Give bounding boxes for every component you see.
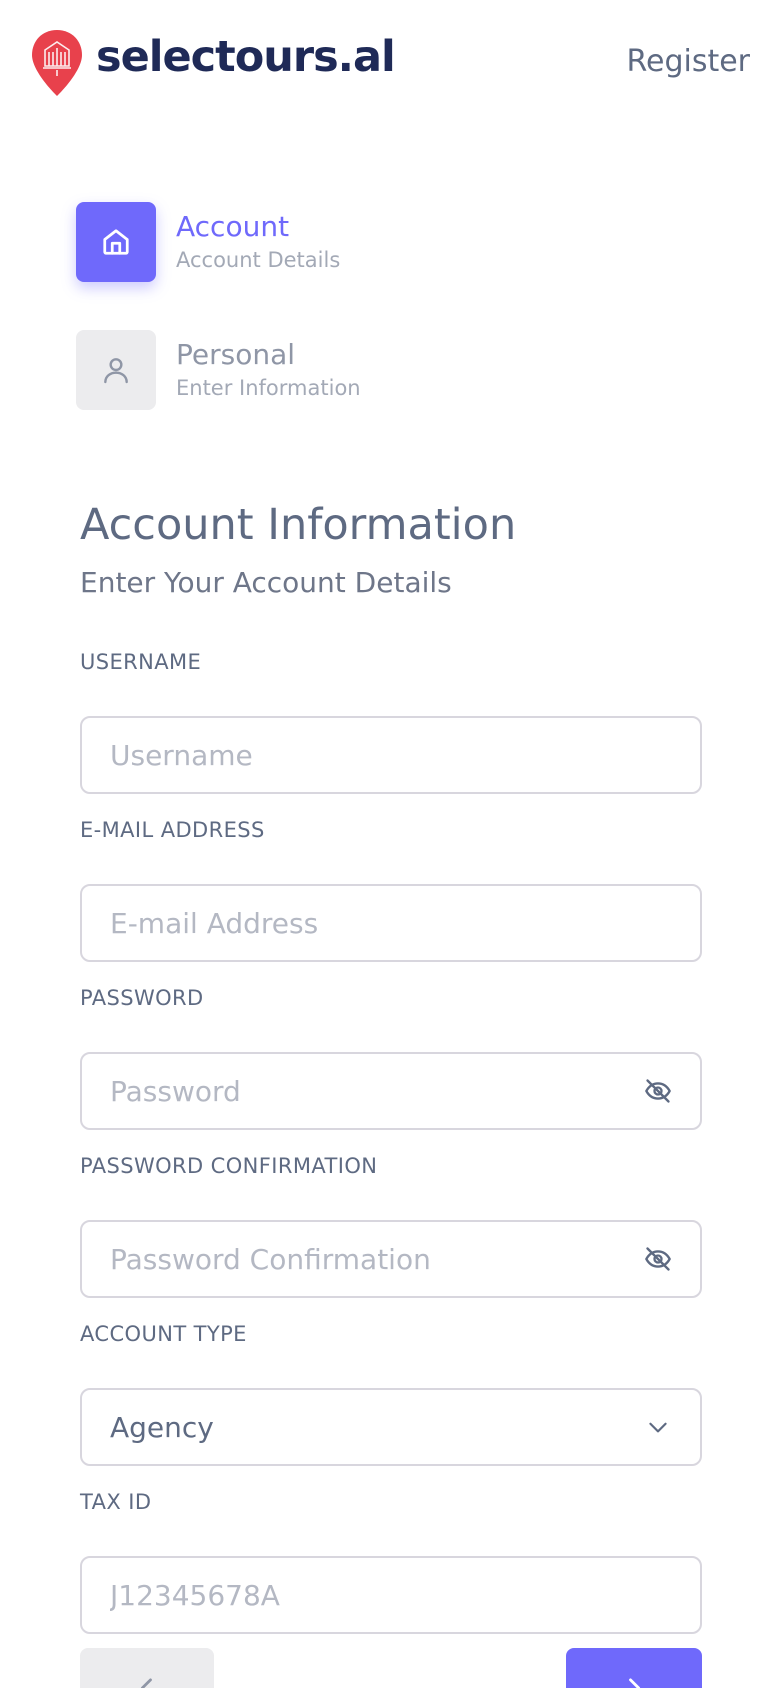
password-input-wrap <box>80 1052 702 1130</box>
user-icon <box>104 358 128 384</box>
password-field: PASSWORD <box>80 986 702 1130</box>
logo[interactable]: selectours.al <box>30 28 396 98</box>
step-account-title: Account <box>176 210 290 243</box>
password-input[interactable] <box>82 1054 700 1128</box>
account-type-field: ACCOUNT TYPE Agency <box>80 1322 702 1466</box>
section-subtitle: Enter Your Account Details <box>80 566 452 599</box>
account-type-label: ACCOUNT TYPE <box>80 1322 247 1346</box>
registration-page: selectours.al Register Account Account D… <box>0 0 780 1688</box>
step-account[interactable]: Account Account Details <box>76 202 340 282</box>
next-button[interactable] <box>566 1648 702 1688</box>
password-label: PASSWORD <box>80 986 204 1010</box>
password-confirmation-label: PASSWORD CONFIRMATION <box>80 1154 378 1178</box>
step-account-text: Account Account Details <box>176 202 340 272</box>
section-title: Account Information <box>80 500 517 550</box>
tax-id-field: TAX ID <box>80 1490 702 1634</box>
step-account-subtitle: Account Details <box>176 248 341 272</box>
header: selectours.al Register <box>0 0 780 130</box>
eye-off-icon[interactable] <box>642 1075 674 1107</box>
step-account-icon-box <box>76 202 156 282</box>
step-personal-text: Personal Enter Information <box>176 330 361 400</box>
tax-id-label: TAX ID <box>80 1490 152 1514</box>
password-confirmation-field: PASSWORD CONFIRMATION <box>80 1154 702 1298</box>
chevron-left-icon <box>140 1678 152 1688</box>
account-type-select[interactable]: Agency <box>80 1388 702 1466</box>
chevron-down-icon <box>642 1411 674 1443</box>
previous-button[interactable] <box>80 1648 214 1688</box>
map-pin-logo-icon <box>32 30 82 96</box>
username-label: USERNAME <box>80 650 202 674</box>
step-personal-subtitle: Enter Information <box>176 376 361 400</box>
username-field: USERNAME <box>80 650 702 794</box>
home-icon <box>103 229 129 255</box>
email-input-wrap <box>80 884 702 962</box>
tax-id-input-wrap <box>80 1556 702 1634</box>
email-field: E-MAIL ADDRESS <box>80 818 702 962</box>
username-input-wrap <box>80 716 702 794</box>
password-confirmation-input-wrap <box>80 1220 702 1298</box>
step-personal[interactable]: Personal Enter Information <box>76 330 361 410</box>
chevron-right-icon <box>629 1678 641 1688</box>
tax-id-input[interactable] <box>82 1558 700 1632</box>
step-personal-icon-box <box>76 330 156 410</box>
account-type-selected-value: Agency <box>110 1410 214 1444</box>
username-input[interactable] <box>82 718 700 792</box>
password-confirmation-input[interactable] <box>82 1222 700 1296</box>
email-input[interactable] <box>82 886 700 960</box>
brand-name: selectours.al <box>96 31 396 82</box>
email-label: E-MAIL ADDRESS <box>80 818 265 842</box>
register-link[interactable]: Register <box>626 44 750 79</box>
eye-off-icon[interactable] <box>642 1243 674 1275</box>
step-personal-title: Personal <box>176 338 296 371</box>
